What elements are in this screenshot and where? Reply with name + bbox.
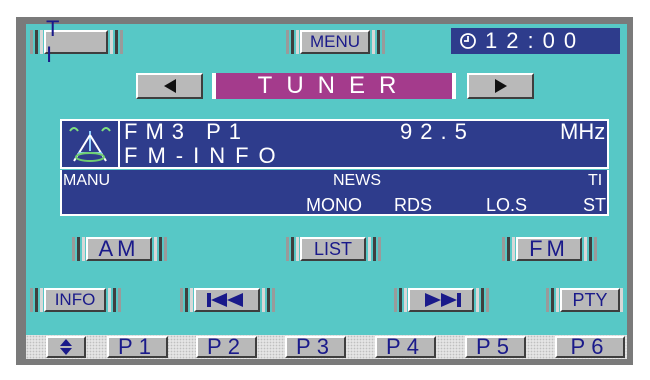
preset-button-4[interactable]: P4 bbox=[375, 334, 436, 359]
list-left-bars bbox=[286, 237, 299, 261]
seek-back-control[interactable] bbox=[180, 288, 276, 312]
info-right-bars bbox=[108, 288, 121, 312]
seek-back-button[interactable] bbox=[194, 288, 260, 312]
preset-button-1[interactable]: P1 bbox=[107, 334, 168, 359]
menu-left-bars bbox=[286, 30, 299, 54]
info-control[interactable]: INFO bbox=[30, 288, 124, 312]
arrow-left-icon bbox=[163, 79, 176, 93]
list-right-bars bbox=[368, 237, 381, 261]
am-right-bars bbox=[154, 237, 167, 261]
preset-button-5[interactable]: P5 bbox=[465, 334, 526, 359]
clock-time: 12:00 bbox=[485, 28, 586, 53]
arrow-right-icon bbox=[494, 79, 507, 93]
display-frame: T I MENU 12:00 TUNER FM3 P1 92.5 MHz FM-… bbox=[0, 0, 650, 380]
preset-button-6[interactable]: P6 bbox=[555, 334, 625, 359]
ti-button-label: T I bbox=[46, 16, 74, 67]
preset-button-3[interactable]: P3 bbox=[285, 334, 346, 359]
am-control[interactable]: AM bbox=[72, 236, 168, 261]
fm-left-bars bbox=[502, 237, 515, 261]
source-label: TUNER bbox=[212, 72, 456, 99]
preset-label-3: P3 bbox=[296, 334, 335, 359]
indicator-st: ST bbox=[583, 195, 607, 215]
menu-control[interactable]: MENU bbox=[286, 30, 386, 54]
seek-fwd-left-bars bbox=[394, 288, 407, 312]
indicator-los: LO.S bbox=[486, 195, 528, 215]
source-next-button[interactable] bbox=[467, 73, 534, 99]
am-left-bars bbox=[72, 237, 85, 261]
preset-label-5: P5 bbox=[476, 334, 515, 359]
ti-right-bars bbox=[110, 30, 123, 54]
menu-button-label: MENU bbox=[309, 32, 361, 51]
ti-control[interactable]: T I bbox=[30, 16, 124, 67]
pty-button-label: PTY bbox=[572, 289, 608, 310]
preset-label-1: P1 bbox=[118, 334, 157, 359]
preset-label-6: P6 bbox=[570, 334, 610, 359]
pty-control[interactable]: PTY bbox=[546, 288, 626, 312]
seek-back-left-bars bbox=[180, 288, 193, 312]
antenna-icon bbox=[69, 127, 111, 162]
preset-scroll-button[interactable] bbox=[46, 336, 86, 358]
ti-left-bars bbox=[30, 30, 43, 54]
fm-right-bars bbox=[584, 237, 597, 261]
indicator-news: NEWS bbox=[333, 172, 381, 189]
fm-button-label: FM bbox=[529, 236, 569, 261]
clock-display: 12:00 bbox=[451, 28, 620, 54]
seek-fwd-right-bars bbox=[476, 288, 489, 312]
am-button-label: AM bbox=[98, 236, 140, 261]
seek-fwd-button[interactable] bbox=[408, 288, 474, 312]
pty-right-bars bbox=[620, 288, 623, 312]
skip-forward-icon bbox=[425, 293, 461, 307]
info-button[interactable]: INFO bbox=[44, 288, 106, 312]
clock-icon bbox=[460, 33, 476, 49]
indicator-mono: MONO bbox=[306, 195, 362, 215]
band-preset: FM3 P1 bbox=[124, 119, 250, 144]
indicator-manu: MANU bbox=[63, 172, 111, 189]
source-prev-button[interactable] bbox=[136, 73, 203, 99]
indicator-ti: TI bbox=[588, 172, 603, 189]
list-button[interactable]: LIST bbox=[300, 237, 366, 261]
frequency-value: 92.5 bbox=[400, 119, 475, 144]
am-button[interactable]: AM bbox=[86, 236, 152, 261]
seek-fwd-control[interactable] bbox=[394, 288, 490, 312]
preset-button-2[interactable]: P2 bbox=[196, 334, 257, 359]
fm-control[interactable]: FM bbox=[502, 236, 598, 261]
menu-button[interactable]: MENU bbox=[300, 30, 370, 54]
up-down-arrow-icon bbox=[60, 339, 72, 355]
ti-button[interactable]: T I bbox=[44, 16, 108, 67]
pty-button[interactable]: PTY bbox=[560, 288, 620, 312]
info-button-label: INFO bbox=[54, 290, 96, 309]
antenna-icon-box bbox=[60, 119, 120, 169]
frequency-unit: MHz bbox=[560, 119, 606, 144]
skip-back-icon bbox=[207, 293, 243, 307]
preset-label-2: P2 bbox=[207, 334, 246, 359]
list-control[interactable]: LIST bbox=[286, 237, 382, 261]
seek-back-right-bars bbox=[262, 288, 275, 312]
menu-right-bars bbox=[372, 30, 385, 54]
indicator-rds: RDS bbox=[394, 195, 433, 215]
info-left-bars bbox=[30, 288, 43, 312]
list-button-label: LIST bbox=[313, 238, 352, 259]
source-label-text: TUNER bbox=[257, 72, 411, 99]
station-name: FM-INFO bbox=[124, 143, 286, 168]
frequency-line: FM3 P1 92.5 MHz bbox=[124, 119, 610, 145]
preset-label-4: P4 bbox=[386, 334, 425, 359]
fm-button[interactable]: FM bbox=[516, 236, 582, 261]
pty-left-bars bbox=[546, 288, 559, 312]
